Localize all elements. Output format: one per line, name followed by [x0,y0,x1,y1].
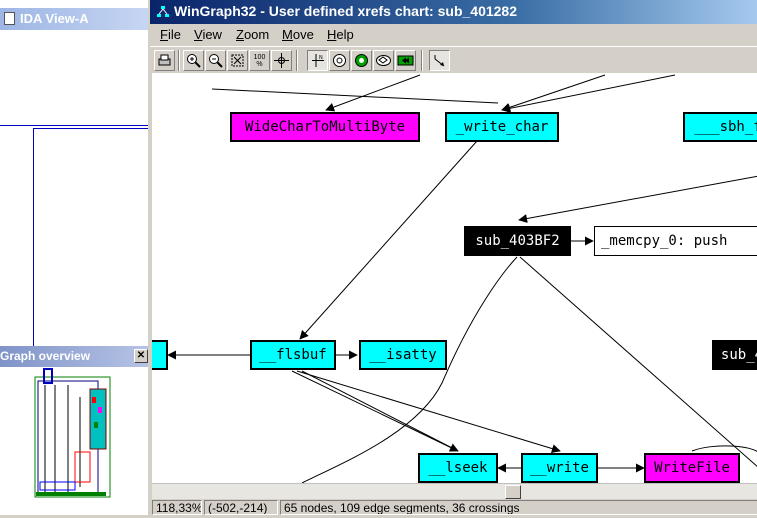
node-label: ___sbh_f [694,119,757,135]
menu-help[interactable]: Help [327,27,354,42]
zoom-in-button[interactable] [183,50,204,71]
overview-icon [333,54,346,67]
menubar: File View Zoom Move Help [150,24,757,44]
zoom-100-button[interactable]: 100% [249,50,270,71]
layout-button[interactable] [351,50,372,71]
ida-view-titlebar[interactable]: IDA View-A [0,8,150,30]
toolbar-separator [421,50,423,71]
graph-node[interactable]: sub_403BF2 [464,226,571,256]
graph-node[interactable]: ___sbh_f [683,112,757,142]
graph-app-icon [157,6,169,17]
graph-overview-title: Graph overview [0,349,91,363]
layout-icon [355,54,368,67]
close-icon[interactable]: ✕ [134,349,148,363]
graph-canvas[interactable]: WideCharToMultiByte _write_char ___sbh_f… [152,73,757,483]
graph-node[interactable]: __flsbuf [250,340,336,370]
node-label: _write_char [455,119,549,135]
menu-file[interactable]: File [160,27,181,42]
ida-view-area[interactable] [0,30,150,348]
center-icon [274,53,289,68]
node-label: WideCharToMultiByte [244,119,406,135]
svg-text:N: N [319,55,323,61]
toolbar-separator [296,50,298,71]
node-label: __lseek [428,460,488,476]
graph-node[interactable]: __write [521,453,598,483]
statusbar: 118,33% (-502,-214) 65 nodes, 109 edge s… [152,499,757,515]
wingraph-window: WinGraph32 - User defined xrefs chart: s… [148,0,757,515]
fold-icon [397,55,414,66]
ida-graph-edge [0,125,150,126]
zoom-100-icon: 100% [253,53,266,68]
fit-window-icon [231,54,244,67]
graph-node[interactable]: WriteFile [644,453,740,483]
relayout-button[interactable] [373,50,394,71]
node-label: sub_403BF2 [475,233,560,249]
zoom-in-icon [187,54,201,68]
graph-node[interactable]: _memcpy_0: push [594,226,757,256]
menu-zoom[interactable]: Zoom [236,27,269,42]
scrollbar-thumb[interactable] [505,485,521,499]
relayout-icon [376,55,391,66]
fit-window-button[interactable] [227,50,248,71]
center-button[interactable] [271,50,292,71]
graph-node[interactable]: sub_4 [712,340,757,370]
print-button[interactable] [154,50,175,71]
graph-node[interactable]: WideCharToMultiByte [230,112,420,142]
window-title: WinGraph32 - User defined xrefs chart: s… [174,3,517,19]
zoom-out-icon [209,54,223,68]
status-summary: 65 nodes, 109 edge segments, 36 crossing… [280,500,757,515]
ida-graph-block [33,128,150,348]
overview-button[interactable] [329,50,350,71]
ida-view-title: IDA View-A [20,11,89,26]
graph-node[interactable]: __isatty [359,340,447,370]
node-label: __write [529,460,589,476]
document-icon [4,12,15,25]
menu-view[interactable]: View [194,27,222,42]
edge-follow-button[interactable] [429,50,450,71]
status-coords: (-502,-214) [204,500,278,515]
origin-icon: N [312,54,324,67]
toolbar-separator [178,50,180,71]
node-label: sub_4 [720,347,757,363]
toolbar: 100% N [150,46,757,72]
node-label: WriteFile [654,460,730,476]
graph-node[interactable]: _write_char [445,112,559,142]
horizontal-scrollbar[interactable] [152,483,757,499]
ida-pane: IDA View-A Graph overview ✕ [0,0,150,515]
graph-overview-titlebar[interactable]: Graph overview ✕ [0,346,150,367]
edge-follow-icon [434,55,445,67]
window-titlebar[interactable]: WinGraph32 - User defined xrefs chart: s… [150,0,757,24]
origin-button[interactable]: N [307,50,328,71]
graph-overview-thumbnail [34,368,111,498]
graph-node[interactable]: __lseek [418,453,498,483]
node-label: __isatty [369,347,437,363]
node-label: _memcpy_0: push [601,233,728,249]
node-label: __flsbuf [259,347,327,363]
print-icon [158,54,171,66]
graph-overview-area[interactable] [0,367,150,515]
menu-move[interactable]: Move [282,27,314,42]
fold-button[interactable] [395,50,416,71]
status-zoom: 118,33% [152,500,202,515]
graph-node[interactable] [152,340,168,370]
zoom-out-button[interactable] [205,50,226,71]
